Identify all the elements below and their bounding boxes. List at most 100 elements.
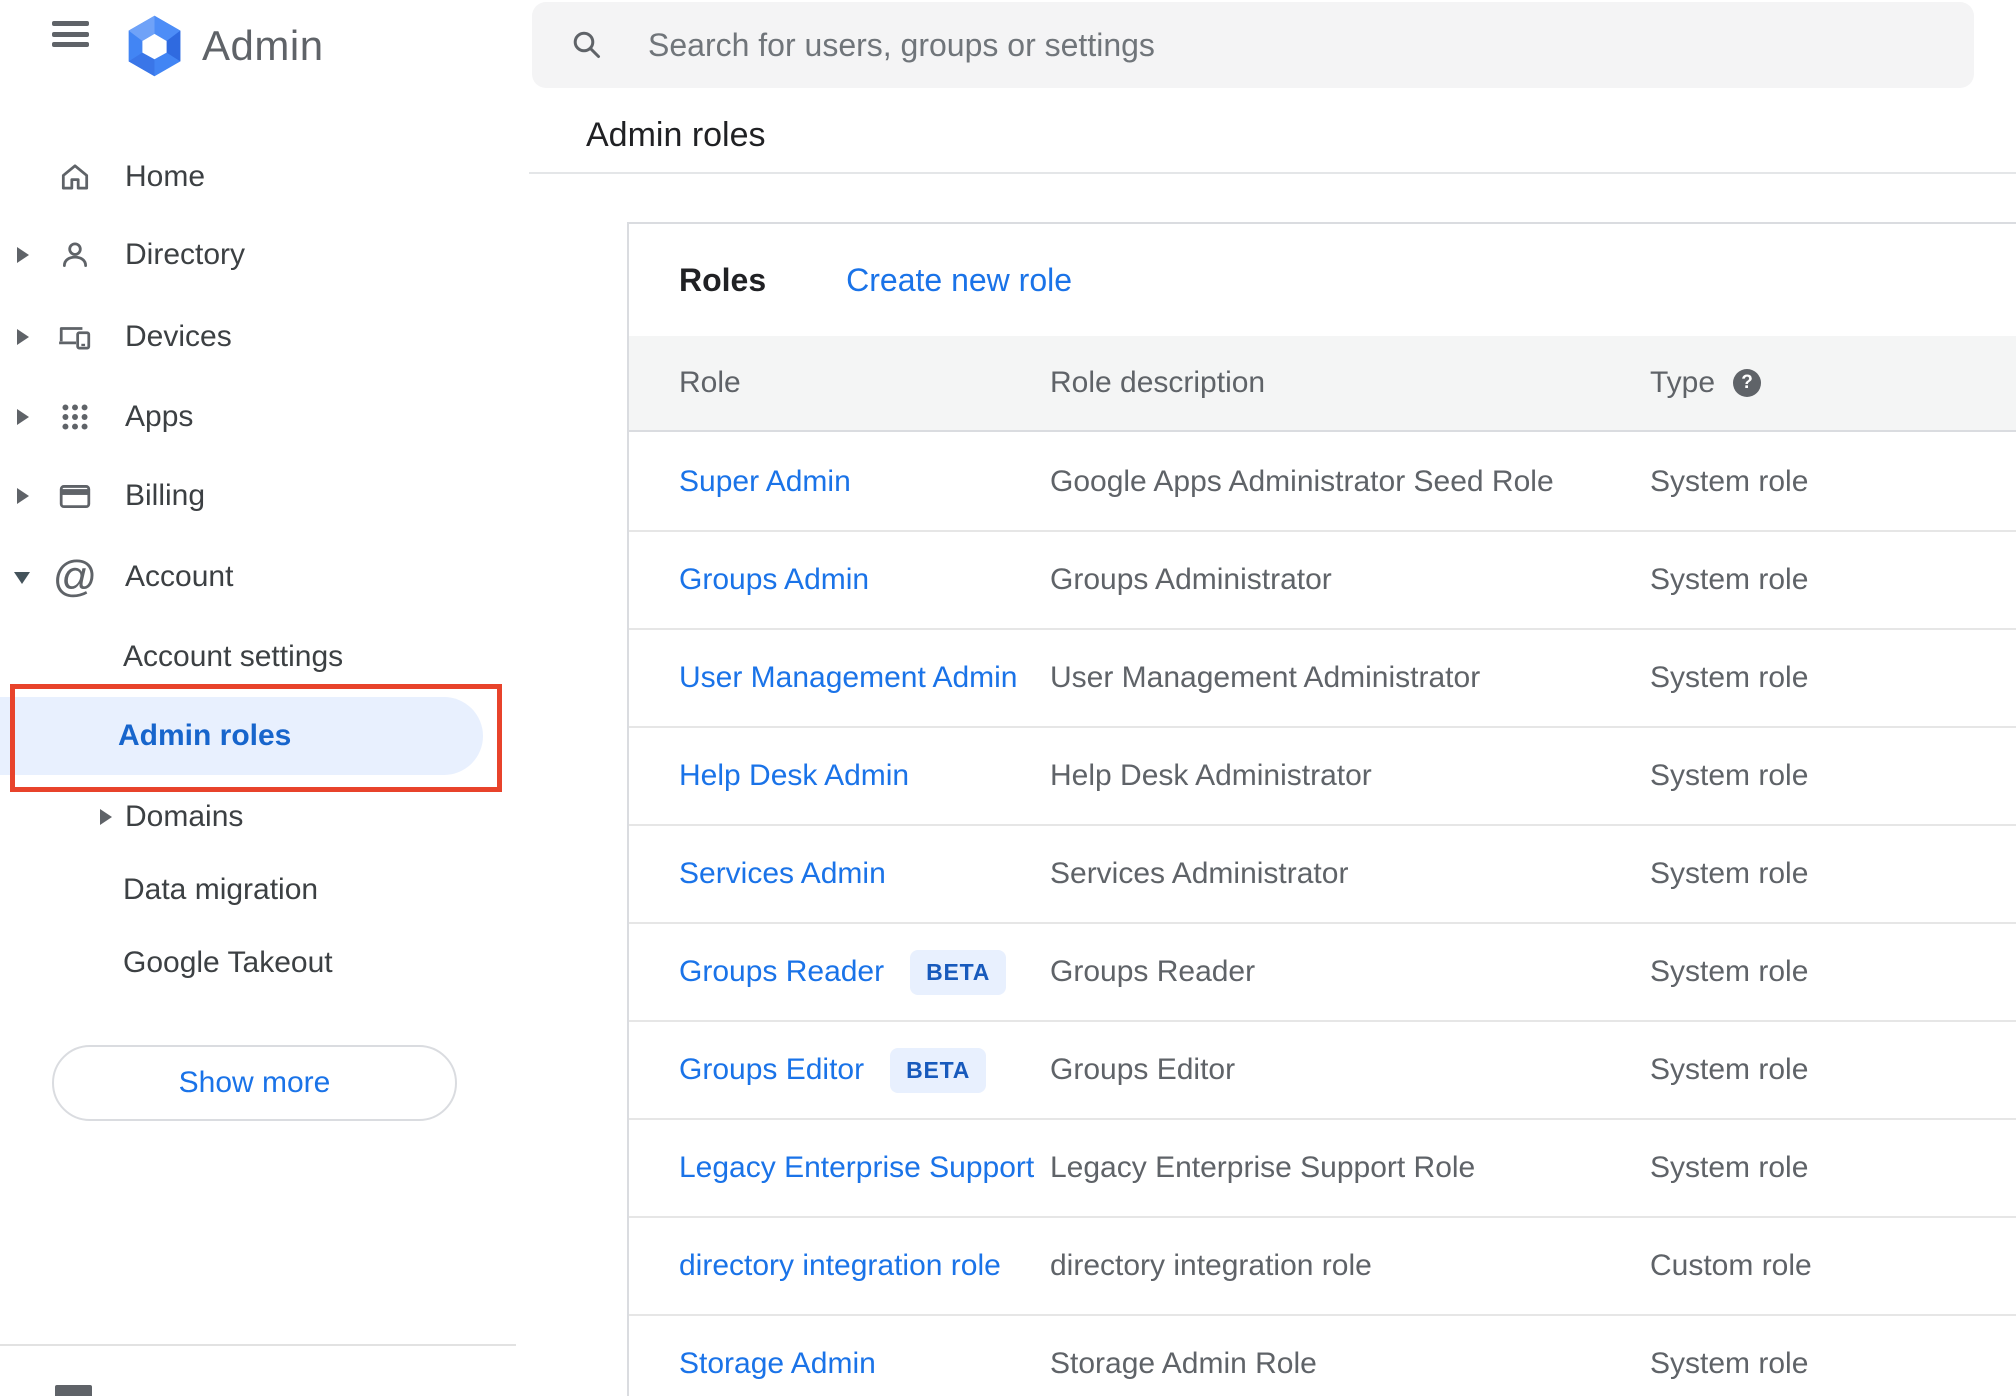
devices-icon — [56, 318, 94, 356]
home-icon — [56, 158, 94, 196]
role-description: Groups Reader — [1050, 955, 1256, 988]
menu-icon[interactable] — [52, 21, 89, 47]
role-description: Google Apps Administrator Seed Role — [1050, 465, 1554, 498]
column-header-role: Role — [679, 366, 741, 399]
sidebar-item-domains[interactable]: Domains — [0, 777, 510, 857]
red-annotation-box — [10, 684, 502, 792]
role-link[interactable]: Services Admin — [679, 857, 886, 891]
create-new-role-link[interactable]: Create new role — [846, 262, 1072, 299]
panel-title: Roles — [679, 261, 767, 298]
at-icon: @ — [52, 552, 98, 601]
help-icon[interactable]: ? — [1733, 369, 1762, 397]
search-bar[interactable] — [532, 2, 1974, 88]
sidebar-item-data-migration[interactable]: Data migration — [0, 850, 510, 930]
role-link[interactable]: Super Admin — [679, 465, 851, 499]
sidebar-item-label: Home — [125, 160, 206, 193]
sidebar-item-label: Billing — [125, 479, 206, 512]
sidebar-item-account[interactable]: @ Account — [0, 537, 510, 617]
role-link[interactable]: directory integration role — [679, 1249, 1001, 1283]
table-row: Help Desk Admin Help Desk Administrator … — [629, 728, 2016, 826]
table-row: Groups Reader BETA Groups Reader System … — [629, 924, 2016, 1022]
billing-icon — [56, 477, 94, 515]
caret-right-icon — [17, 488, 29, 504]
beta-badge: BETA — [890, 1047, 987, 1093]
role-description: User Management Administrator — [1050, 661, 1481, 694]
role-description: Groups Editor — [1050, 1053, 1236, 1086]
role-link[interactable]: Groups Reader — [679, 955, 884, 989]
divider — [529, 172, 2016, 174]
content: Admin roles Roles Create new role Role R… — [529, 0, 2016, 1396]
table-row: Groups Admin Groups Administrator System… — [629, 532, 2016, 630]
caret-right-icon — [17, 329, 29, 345]
sidebar-item-label: Google Takeout — [123, 946, 333, 979]
column-header-type-label: Type — [1650, 366, 1716, 399]
sidebar-item-label: Domains — [125, 800, 244, 833]
sidebar-item-home[interactable]: Home — [0, 137, 510, 217]
sidebar-divider — [0, 1344, 516, 1346]
roles-panel: Roles Create new role Role Role descript… — [627, 222, 2016, 1396]
sidebar-item-label: Account — [125, 560, 234, 593]
sidebar-item-label: Data migration — [123, 873, 319, 906]
column-header-role-description: Role description — [1050, 366, 1266, 399]
role-description: Services Administrator — [1050, 857, 1349, 890]
caret-right-icon — [100, 809, 112, 825]
sidebar-item-devices[interactable]: Devices — [0, 297, 510, 377]
role-description: Groups Administrator — [1050, 563, 1332, 596]
table-row: Legacy Enterprise Support Legacy Enterpr… — [629, 1120, 2016, 1218]
app-title: Admin — [202, 22, 324, 69]
role-link[interactable]: Groups Admin — [679, 563, 869, 597]
caret-down-icon — [14, 572, 30, 584]
sidebar-item-label: Account settings — [123, 640, 344, 673]
table-row: Services Admin Services Administrator Sy… — [629, 826, 2016, 924]
sidebar: Admin Home Directory Devices Apps Billin… — [0, 0, 529, 1396]
table-row: Groups Editor BETA Groups Editor System … — [629, 1022, 2016, 1120]
screen: Admin Home Directory Devices Apps Billin… — [0, 0, 2016, 1396]
role-link[interactable]: Groups Editor — [679, 1053, 864, 1087]
panel-header: Roles Create new role — [629, 224, 2016, 336]
role-type: System role — [1650, 759, 1809, 792]
role-description: Storage Admin Role — [1050, 1347, 1317, 1380]
breadcrumb: Admin roles — [586, 116, 766, 154]
role-description: Legacy Enterprise Support Role — [1050, 1151, 1476, 1184]
top-app-bar: Admin — [0, 0, 529, 92]
caret-right-icon — [17, 247, 29, 263]
role-type: System role — [1650, 1151, 1809, 1184]
role-type: System role — [1650, 563, 1809, 596]
admin-logo-icon[interactable] — [127, 15, 182, 77]
sidebar-item-label: Directory — [125, 238, 246, 271]
apps-icon — [56, 398, 94, 436]
table-header: Role Role description Type ? — [629, 336, 2016, 432]
role-type: Custom role — [1650, 1249, 1812, 1282]
sidebar-item-label: Apps — [125, 400, 194, 433]
search-input[interactable] — [648, 26, 1944, 64]
sidebar-item-google-takeout[interactable]: Google Takeout — [0, 923, 510, 1003]
role-link[interactable]: Legacy Enterprise Support — [679, 1151, 1034, 1185]
sidebar-item-billing[interactable]: Billing — [0, 456, 510, 536]
table-row: directory integration role directory int… — [629, 1218, 2016, 1316]
table-row: Storage Admin Storage Admin Role System … — [629, 1316, 2016, 1396]
role-description: Help Desk Administrator — [1050, 759, 1372, 792]
column-header-type: Type ? — [1650, 336, 1762, 430]
sidebar-item-directory[interactable]: Directory — [0, 215, 510, 295]
table-row: User Management Admin User Management Ad… — [629, 630, 2016, 728]
role-description: directory integration role — [1050, 1249, 1372, 1282]
clipped-icon — [55, 1385, 92, 1396]
person-icon — [56, 236, 94, 274]
sidebar-item-label: Devices — [125, 320, 232, 353]
role-type: System role — [1650, 857, 1809, 890]
role-type: System role — [1650, 1053, 1809, 1086]
role-link[interactable]: Storage Admin — [679, 1347, 876, 1381]
role-link[interactable]: Help Desk Admin — [679, 759, 909, 793]
role-type: System role — [1650, 661, 1809, 694]
show-more-button[interactable]: Show more — [52, 1045, 457, 1121]
caret-right-icon — [17, 409, 29, 425]
role-type: System role — [1650, 1347, 1809, 1380]
role-type: System role — [1650, 955, 1809, 988]
role-link[interactable]: User Management Admin — [679, 661, 1018, 695]
beta-badge: BETA — [910, 949, 1007, 995]
sidebar-item-apps[interactable]: Apps — [0, 377, 510, 457]
table-row: Super Admin Google Apps Administrator Se… — [629, 434, 2016, 532]
table-body: Super Admin Google Apps Administrator Se… — [629, 434, 2016, 1396]
search-icon — [573, 31, 600, 58]
role-type: System role — [1650, 465, 1809, 498]
